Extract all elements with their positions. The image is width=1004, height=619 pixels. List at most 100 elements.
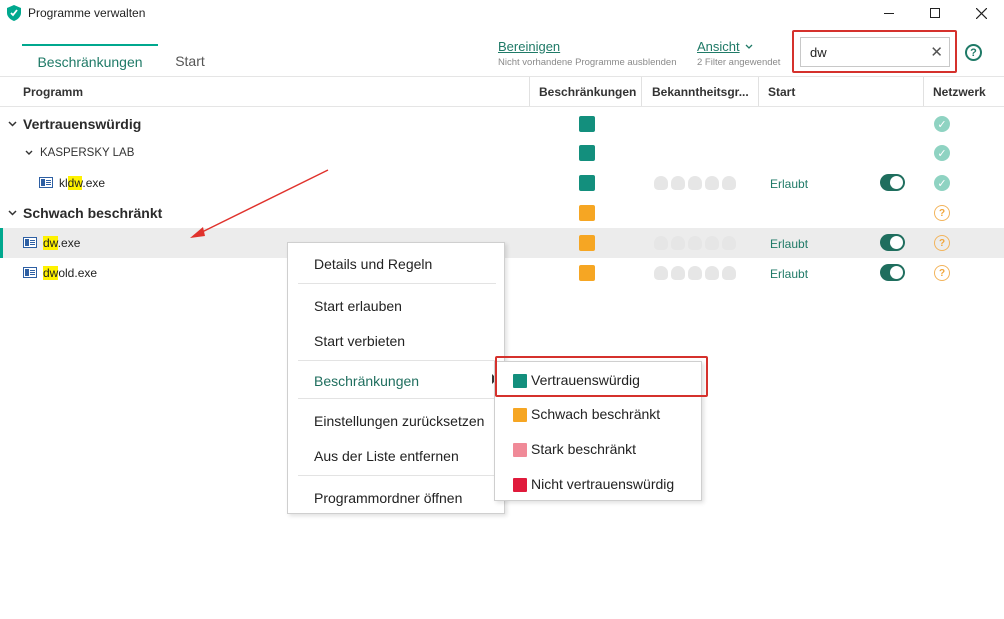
column-divider[interactable] — [529, 77, 530, 107]
window-title: Programme verwalten — [28, 6, 146, 20]
tab-restrictions[interactable]: Beschränkungen — [22, 44, 158, 77]
network-allowed-icon: ✓ — [934, 116, 950, 132]
user-icon — [671, 176, 685, 190]
column-header-start[interactable]: Start — [768, 77, 795, 107]
user-icon — [654, 176, 668, 190]
menu-divider — [298, 283, 496, 284]
menu-item-restrictions[interactable]: Beschränkungen — [314, 373, 419, 389]
menu-divider — [298, 360, 496, 361]
start-toggle[interactable] — [880, 174, 905, 191]
title-bar: Programme verwalten — [0, 0, 1004, 26]
column-divider[interactable] — [923, 77, 924, 107]
user-icon — [722, 236, 736, 250]
help-button[interactable]: ? — [965, 44, 982, 61]
restriction-trusted-icon — [579, 116, 595, 132]
highlight-box-trusted — [495, 356, 708, 397]
kaspersky-shield-icon — [7, 5, 21, 21]
network-question-icon: ? — [934, 265, 950, 281]
column-header-popularity[interactable]: Bekanntheitsgr... — [652, 77, 749, 107]
program-name: dwold.exe — [43, 266, 98, 280]
user-icon — [722, 176, 736, 190]
submenu-item-low-restricted[interactable]: Schwach beschränkt — [513, 406, 660, 424]
user-icon — [654, 236, 668, 250]
restriction-low-icon — [579, 205, 595, 221]
menu-item-block-start[interactable]: Start verbieten — [314, 333, 405, 349]
manage-programs-window: Programme verwalten Beschränkungen Start… — [0, 0, 1004, 619]
view-filter-count: 2 Filter angewendet — [697, 57, 781, 68]
menu-item-reset-settings[interactable]: Einstellungen zurücksetzen — [314, 413, 484, 429]
program-name: kldw.exe — [59, 176, 106, 190]
restriction-low-icon — [579, 265, 595, 281]
high-restricted-color-icon — [513, 443, 527, 457]
column-header-network[interactable]: Netzwerk — [933, 77, 986, 107]
user-icon — [654, 266, 668, 280]
column-divider[interactable] — [641, 77, 642, 107]
menu-item-remove-from-list[interactable]: Aus der Liste entfernen — [314, 448, 459, 464]
user-icon — [705, 266, 719, 280]
tab-start[interactable]: Start — [162, 44, 218, 77]
minimize-button[interactable] — [866, 0, 912, 26]
close-icon — [975, 7, 987, 19]
table-row[interactable]: kldw.exe Erlaubt ✓ — [0, 168, 1004, 198]
restriction-trusted-icon — [579, 175, 595, 191]
chevron-down-icon[interactable] — [8, 121, 17, 127]
close-button[interactable] — [958, 0, 1004, 26]
menu-divider — [298, 398, 496, 399]
column-divider[interactable] — [758, 77, 759, 107]
column-header-restrictions[interactable]: Beschränkungen — [539, 77, 636, 107]
start-toggle[interactable] — [880, 264, 905, 281]
user-icon — [722, 266, 736, 280]
network-allowed-icon: ✓ — [934, 175, 950, 191]
network-question-icon: ? — [934, 205, 950, 221]
user-icon — [688, 266, 702, 280]
group-label: Vertrauenswürdig — [23, 116, 142, 132]
low-restricted-color-icon — [513, 408, 527, 422]
maximize-icon — [930, 8, 940, 18]
menu-item-open-folder[interactable]: Programmordner öffnen — [314, 490, 462, 506]
vendor-row[interactable]: KASPERSKY LAB ✓ — [0, 138, 1004, 168]
context-menu: Details und Regeln Start erlauben Start … — [287, 242, 505, 514]
maximize-button[interactable] — [912, 0, 958, 26]
application-icon — [39, 177, 53, 188]
menu-divider — [298, 475, 496, 476]
submenu-item-untrusted[interactable]: Nicht vertrauenswürdig — [513, 476, 674, 494]
highlight-box-search — [792, 30, 957, 73]
minimize-icon — [884, 12, 894, 14]
chevron-down-icon[interactable] — [8, 210, 17, 216]
selection-indicator — [0, 228, 3, 258]
user-icon — [671, 266, 685, 280]
user-icon — [671, 236, 685, 250]
popularity-rating — [654, 266, 736, 280]
network-allowed-icon: ✓ — [934, 145, 950, 161]
user-icon — [705, 236, 719, 250]
menu-item-allow-start[interactable]: Start erlauben — [314, 298, 402, 314]
view-link[interactable]: Ansicht — [697, 39, 740, 54]
restriction-low-icon — [579, 235, 595, 251]
group-label: Schwach beschränkt — [23, 205, 163, 221]
user-icon — [688, 236, 702, 250]
vendor-label: KASPERSKY LAB — [40, 147, 135, 159]
menu-item-details-rules[interactable]: Details und Regeln — [314, 256, 432, 272]
chevron-down-icon[interactable] — [25, 150, 33, 156]
restriction-trusted-icon — [579, 145, 595, 161]
network-question-icon: ? — [934, 235, 950, 251]
submenu-item-high-restricted[interactable]: Stark beschränkt — [513, 441, 636, 459]
start-status: Erlaubt — [770, 237, 809, 251]
chevron-down-icon — [745, 44, 753, 49]
header-divider — [0, 76, 1004, 77]
cleanup-link[interactable]: Bereinigen — [498, 39, 560, 54]
column-header-program[interactable]: Programm — [23, 77, 83, 107]
popularity-rating — [654, 176, 736, 190]
column-header-divider — [0, 106, 1004, 107]
group-row-low-restricted[interactable]: Schwach beschränkt ? — [0, 198, 1004, 228]
group-row-trusted[interactable]: Vertrauenswürdig ✓ — [0, 109, 1004, 139]
program-name: dw.exe — [43, 236, 81, 250]
cleanup-description: Nicht vorhandene Programme ausblenden — [498, 57, 677, 68]
user-icon — [705, 176, 719, 190]
application-icon — [23, 237, 37, 248]
untrusted-color-icon — [513, 478, 527, 492]
popularity-rating — [654, 236, 736, 250]
start-toggle[interactable] — [880, 234, 905, 251]
application-icon — [23, 267, 37, 278]
user-icon — [688, 176, 702, 190]
